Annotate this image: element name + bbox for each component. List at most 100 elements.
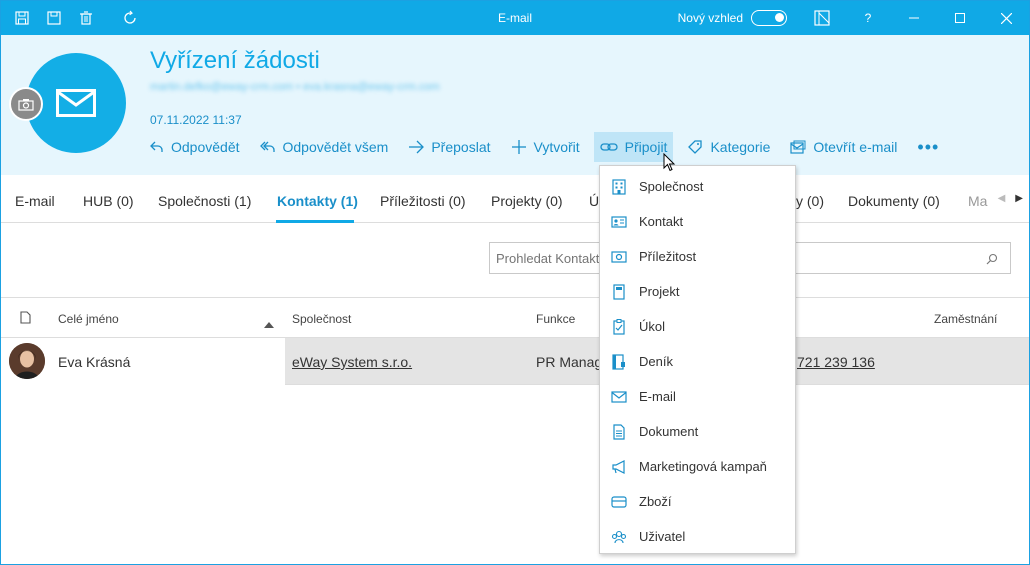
menu-item-label: Společnost xyxy=(639,179,704,194)
minimize-icon[interactable] xyxy=(891,1,937,35)
menu-item-label: Projekt xyxy=(639,284,680,299)
avatar xyxy=(9,343,45,379)
attach-label: Připojit xyxy=(624,139,668,155)
forward-icon xyxy=(409,140,425,154)
column-employment[interactable]: Zaměstnání xyxy=(934,312,997,326)
menu-item-label: Kontakt xyxy=(639,214,684,229)
table-row[interactable]: Eva Krásná eWay System s.r.o. PR Manag 7… xyxy=(1,338,1029,385)
task-icon xyxy=(611,318,627,335)
open-email-label: Otevřít e-mail xyxy=(813,139,898,155)
layout-icon[interactable] xyxy=(799,1,845,35)
contact-card-icon xyxy=(611,214,627,230)
refresh-icon[interactable] xyxy=(119,8,141,28)
tab-scroll: ◀ ▶ xyxy=(998,193,1023,204)
column-full-name[interactable]: Celé jméno xyxy=(58,312,119,326)
reply-all-label: Odpovědět všem xyxy=(282,139,389,155)
new-look-toggle[interactable] xyxy=(751,10,787,26)
email-icon xyxy=(611,389,627,405)
menu-item-label: Marketingová kampaň xyxy=(639,459,767,474)
menu-item-email[interactable]: E-mail xyxy=(600,379,795,414)
link-icon xyxy=(600,143,618,151)
envelope-icon xyxy=(56,89,96,117)
save-close-icon[interactable] xyxy=(11,8,33,28)
search-icon[interactable] xyxy=(986,252,998,270)
name-cell: Eva Krásná xyxy=(1,338,285,385)
company-icon xyxy=(611,178,627,195)
opportunity-icon xyxy=(611,249,627,265)
menu-item-label: Dokument xyxy=(639,424,699,439)
reply-all-button[interactable]: Odpovědět všem xyxy=(254,132,395,162)
menu-item-task[interactable]: Úkol xyxy=(600,309,795,344)
tab-contacts[interactable]: Kontakty (1) xyxy=(277,193,358,209)
menu-item-campaign[interactable]: Marketingová kampaň xyxy=(600,449,795,484)
menu-item-label: Deník xyxy=(639,354,673,369)
table-header: Celé jméno Společnost Funkce Zaměstnání xyxy=(1,297,1029,338)
open-mail-icon xyxy=(790,140,806,154)
goods-icon xyxy=(611,494,627,510)
save-icon[interactable] xyxy=(43,8,65,28)
tab-partial[interactable]: y (0) xyxy=(796,193,824,209)
reply-label: Odpovědět xyxy=(171,139,240,155)
attach-button[interactable]: Připojit xyxy=(593,132,674,162)
forward-button[interactable]: Přeposlat xyxy=(402,132,496,162)
reply-button[interactable]: Odpovědět xyxy=(144,132,246,162)
quick-toolbar xyxy=(11,8,141,28)
contact-name: Eva Krásná xyxy=(58,354,131,370)
sort-ascending-icon[interactable] xyxy=(264,315,274,333)
menu-item-company[interactable]: Společnost xyxy=(600,169,795,204)
contact-company-link[interactable]: eWay System s.r.o. xyxy=(292,354,412,370)
tag-icon xyxy=(688,140,703,154)
contact-phone-link[interactable]: 721 239 136 xyxy=(797,354,875,370)
more-actions-icon[interactable]: ••• xyxy=(911,137,945,158)
action-bar: Odpovědět Odpovědět všem Přeposlat Vytvo… xyxy=(144,131,945,163)
menu-item-project[interactable]: Projekt xyxy=(600,274,795,309)
camera-icon[interactable] xyxy=(9,87,43,121)
open-email-button[interactable]: Otevřít e-mail xyxy=(784,132,903,162)
tab-marketing-partial[interactable]: Ma xyxy=(968,193,987,209)
category-button[interactable]: Kategorie xyxy=(681,132,776,162)
create-label: Vytvořit xyxy=(533,139,580,155)
menu-item-opportunity[interactable]: Příležitost xyxy=(600,239,795,274)
tab-hub[interactable]: HUB (0) xyxy=(83,193,134,209)
tab-companies[interactable]: Společnosti (1) xyxy=(158,193,251,209)
tab-opportunities[interactable]: Příležitosti (0) xyxy=(380,193,466,209)
users-icon xyxy=(611,529,627,545)
project-icon xyxy=(611,283,627,300)
column-function[interactable]: Funkce xyxy=(536,312,575,326)
reply-all-icon xyxy=(259,141,275,152)
create-button[interactable]: Vytvořit xyxy=(505,132,586,162)
file-icon xyxy=(20,311,31,329)
menu-item-user[interactable]: Uživatel xyxy=(600,519,795,554)
maximize-icon[interactable] xyxy=(937,1,983,35)
menu-item-label: Zboží xyxy=(639,494,672,509)
menu-item-label: E-mail xyxy=(639,389,676,404)
menu-item-label: Příležitost xyxy=(639,249,697,264)
help-button[interactable]: ? xyxy=(845,1,891,35)
forward-label: Přeposlat xyxy=(431,139,491,155)
record-date: 07.11.2022 11:37 xyxy=(150,113,242,127)
category-label: Kategorie xyxy=(710,139,771,155)
tab-tasks-partial[interactable]: Ú xyxy=(589,193,599,209)
scroll-left-icon[interactable]: ◀ xyxy=(998,193,1006,204)
email-window: E-mail Nový vzhled ? Vyřízení žádosti ma… xyxy=(0,0,1030,565)
column-company[interactable]: Společnost xyxy=(292,312,351,326)
menu-item-journal[interactable]: Deník xyxy=(600,344,795,379)
menu-item-goods[interactable]: Zboží xyxy=(600,484,795,519)
scroll-right-icon[interactable]: ▶ xyxy=(1015,193,1023,204)
mouse-cursor-icon xyxy=(663,152,677,178)
menu-item-label: Uživatel xyxy=(639,529,686,544)
campaign-icon xyxy=(611,459,627,475)
menu-item-contact[interactable]: Kontakt xyxy=(600,204,795,239)
title-bar: E-mail Nový vzhled ? xyxy=(1,1,1029,35)
record-header: Vyřízení žádosti martin.defko@eway-crm.c… xyxy=(1,35,1029,175)
menu-item-document[interactable]: Dokument xyxy=(600,414,795,449)
close-icon[interactable] xyxy=(983,1,1029,35)
document-icon xyxy=(611,423,627,440)
journal-icon xyxy=(611,353,627,370)
tab-documents[interactable]: Dokumenty (0) xyxy=(848,193,940,209)
delete-icon[interactable] xyxy=(75,8,97,28)
attach-dropdown-menu: Společnost Kontakt Příležitost Projekt Ú… xyxy=(599,165,796,554)
tab-projects[interactable]: Projekty (0) xyxy=(491,193,563,209)
tab-email[interactable]: E-mail xyxy=(15,193,55,209)
plus-icon xyxy=(511,140,526,154)
